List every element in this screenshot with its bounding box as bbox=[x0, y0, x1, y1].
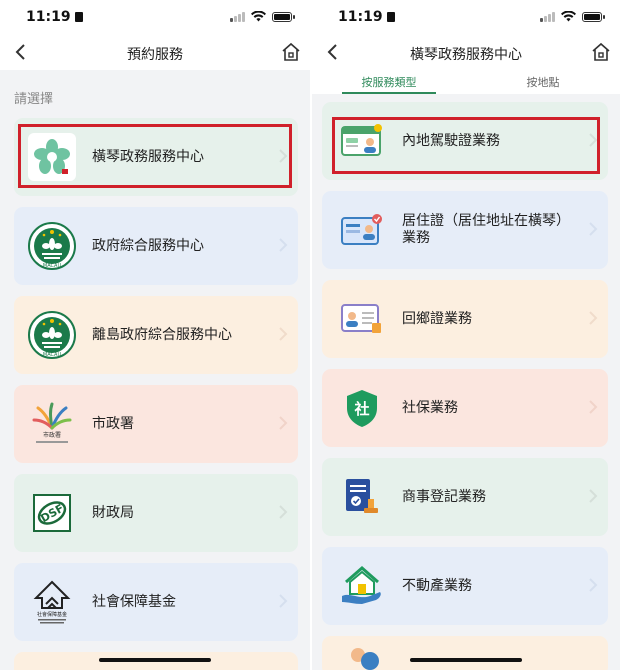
hengqin-logo-icon bbox=[28, 133, 76, 181]
page-title: 橫琴政務服務中心 bbox=[410, 47, 522, 63]
iam-logo-icon: 市政署 bbox=[28, 400, 76, 448]
list-item-label: 內地駕駛證業務 bbox=[402, 132, 500, 149]
dsf-logo-icon: DSF bbox=[28, 489, 76, 537]
list-item-label: 回鄉證業務 bbox=[402, 310, 472, 327]
list-item-hengqin[interactable]: 橫琴政務服務中心 bbox=[14, 118, 298, 196]
page-title: 預約服務 bbox=[127, 47, 183, 63]
list-item-business-registration[interactable]: 商事登記業務 bbox=[322, 458, 608, 536]
business-registration-icon bbox=[340, 475, 384, 519]
list-item-driving-license[interactable]: 內地駕駛證業務 bbox=[322, 102, 608, 180]
driving-license-icon bbox=[340, 119, 384, 163]
chevron-right-icon bbox=[589, 578, 598, 592]
list-item-islands-center[interactable]: MACAU 離島政府綜合服務中心 bbox=[14, 296, 298, 374]
list-item-label: 社會保障基金 bbox=[92, 594, 176, 610]
residence-permit-icon bbox=[340, 208, 384, 252]
select-hint: 請選擇 bbox=[14, 92, 54, 107]
svg-text:MACAU: MACAU bbox=[43, 352, 62, 358]
battery-icon bbox=[272, 11, 295, 22]
wifi-icon bbox=[561, 11, 576, 22]
list-item-label: 社保業務 bbox=[402, 399, 458, 416]
home-indicator bbox=[410, 658, 522, 662]
list-item-label: 不動產業務 bbox=[402, 577, 472, 594]
svg-text:MACAU: MACAU bbox=[43, 263, 62, 269]
chevron-right-icon bbox=[279, 238, 288, 252]
list-item-label: 政府綜合服務中心 bbox=[92, 238, 204, 254]
chevron-right-icon bbox=[279, 505, 288, 519]
list-item-label: 居住證（居住地址在橫琴）業務 bbox=[402, 213, 570, 246]
macau-emblem-icon: MACAU bbox=[28, 311, 76, 359]
macau-emblem-icon: MACAU bbox=[28, 222, 76, 270]
lock-icon bbox=[386, 12, 395, 22]
service-center-list: 橫琴政務服務中心 MACAU 政府綜合服務中心 MACAU 離島政府綜合服務中心… bbox=[0, 118, 310, 670]
fss-logo-icon: 社會保障基金 bbox=[28, 578, 76, 626]
svg-text:市政署: 市政署 bbox=[43, 431, 61, 439]
list-item-dsf[interactable]: DSF 財政局 bbox=[14, 474, 298, 552]
svg-text:社會保障基金: 社會保障基金 bbox=[37, 611, 67, 618]
status-bar: 11:19 bbox=[312, 0, 620, 36]
chevron-right-icon bbox=[589, 489, 598, 503]
tab-by-service-type[interactable]: 按服務類型 bbox=[312, 70, 466, 94]
list-item-label: 財政局 bbox=[92, 505, 134, 521]
home-icon[interactable] bbox=[280, 41, 302, 63]
list-item-residence-permit[interactable]: 居住證（居住地址在橫琴）業務 bbox=[322, 191, 608, 269]
list-item-label: 市政署 bbox=[92, 416, 134, 432]
list-item-label: 離島政府綜合服務中心 bbox=[92, 327, 232, 343]
chevron-right-icon bbox=[589, 133, 598, 147]
service-list: 內地駕駛證業務 居住證（居住地址在橫琴）業務 回鄉證業務 社 社保業務 商事登記… bbox=[312, 94, 620, 670]
chevron-right-icon bbox=[589, 222, 598, 236]
chevron-right-icon bbox=[279, 416, 288, 430]
chevron-right-icon bbox=[279, 327, 288, 341]
status-bar: 11:19 bbox=[0, 0, 310, 36]
nav-bar: 預約服務 bbox=[0, 36, 310, 70]
list-item-partial[interactable] bbox=[322, 636, 608, 670]
list-item-social-security[interactable]: 社 社保業務 bbox=[322, 369, 608, 447]
battery-icon bbox=[582, 11, 605, 22]
cellular-signal-icon bbox=[230, 11, 245, 22]
nav-bar: 橫琴政務服務中心 bbox=[312, 36, 620, 70]
chevron-right-icon bbox=[589, 400, 598, 414]
list-item-gov-center[interactable]: MACAU 政府綜合服務中心 bbox=[14, 207, 298, 285]
list-item-real-estate[interactable]: 不動產業務 bbox=[322, 547, 608, 625]
chevron-right-icon bbox=[279, 149, 288, 163]
chevron-right-icon bbox=[589, 311, 598, 325]
chevron-right-icon bbox=[279, 594, 288, 608]
home-icon[interactable] bbox=[590, 41, 612, 63]
social-security-shield-icon: 社 bbox=[340, 386, 384, 430]
list-item-fss[interactable]: 社會保障基金 社會保障基金 bbox=[14, 563, 298, 641]
lock-icon bbox=[74, 12, 83, 22]
status-time: 11:19 bbox=[338, 9, 395, 25]
real-estate-icon bbox=[340, 564, 384, 608]
list-item-label: 橫琴政務服務中心 bbox=[92, 149, 204, 165]
category-tabs: 按服務類型 按地點 bbox=[312, 70, 620, 94]
home-return-permit-icon bbox=[340, 297, 384, 341]
tab-by-location[interactable]: 按地點 bbox=[466, 70, 620, 94]
wifi-icon bbox=[251, 11, 266, 22]
home-indicator bbox=[99, 658, 211, 662]
list-item-iam[interactable]: 市政署 市政署 bbox=[14, 385, 298, 463]
list-item-label: 商事登記業務 bbox=[402, 488, 486, 505]
list-item-home-return-permit[interactable]: 回鄉證業務 bbox=[322, 280, 608, 358]
status-time: 11:19 bbox=[26, 9, 83, 25]
right-screen: 11:19 橫琴政務服務中心 按服務類型 按地點 內地駕駛證業務 居住證（居住地… bbox=[312, 0, 620, 670]
cellular-signal-icon bbox=[540, 11, 555, 22]
left-screen: 11:19 預約服務 請選擇 橫琴政務服務中心 MACAU 政府綜合服務中心 M… bbox=[0, 0, 310, 670]
person-icon bbox=[340, 634, 384, 670]
svg-text:社: 社 bbox=[353, 400, 369, 418]
